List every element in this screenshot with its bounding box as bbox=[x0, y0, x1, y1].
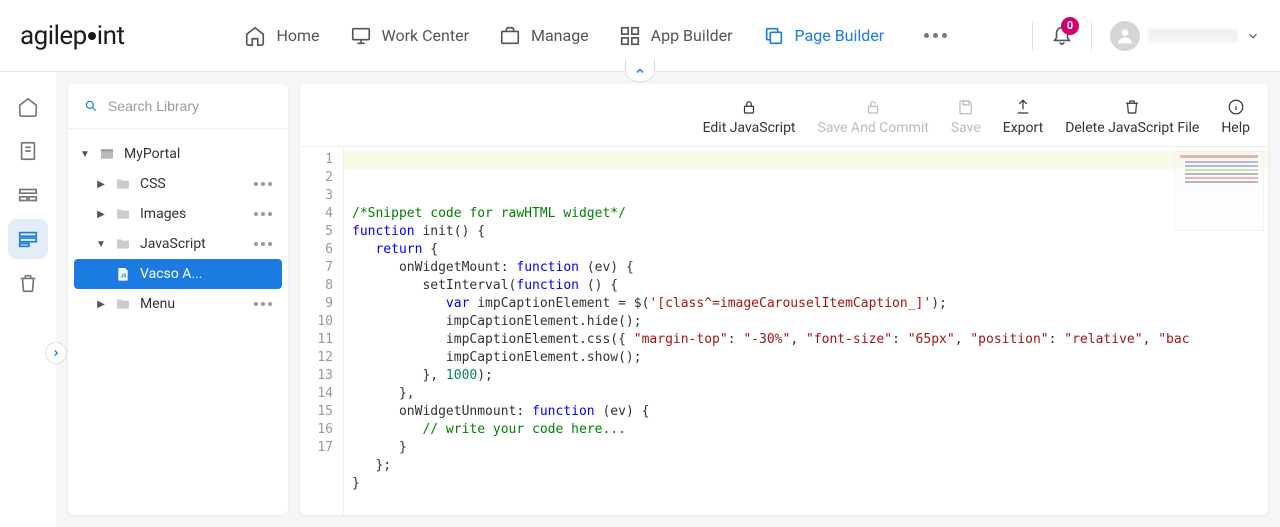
user-menu[interactable] bbox=[1110, 21, 1260, 51]
delete-file-button[interactable]: Delete JavaScript File bbox=[1065, 98, 1199, 136]
export-button[interactable]: Export bbox=[1003, 98, 1043, 136]
search-input[interactable] bbox=[108, 98, 272, 114]
folder-icon bbox=[114, 176, 132, 192]
chevron-down-icon bbox=[1246, 29, 1260, 43]
left-rail bbox=[0, 72, 56, 527]
save-icon bbox=[957, 98, 975, 116]
svg-text:JS: JS bbox=[120, 273, 127, 279]
nav-label: Home bbox=[276, 26, 319, 45]
tool-label: Help bbox=[1221, 120, 1250, 136]
tool-label: Delete JavaScript File bbox=[1065, 120, 1199, 136]
nav-label: Work Center bbox=[382, 26, 469, 45]
nav-manage[interactable]: Manage bbox=[499, 25, 589, 47]
folder-icon bbox=[114, 206, 132, 222]
chevron-up-icon bbox=[634, 65, 646, 77]
nav-more[interactable] bbox=[914, 33, 957, 38]
nav-label: Page Builder bbox=[795, 26, 885, 45]
user-name bbox=[1148, 29, 1238, 43]
export-icon bbox=[1014, 98, 1032, 116]
more-icon[interactable] bbox=[250, 238, 276, 250]
tree-label: Images bbox=[140, 206, 242, 222]
divider bbox=[1032, 21, 1033, 51]
tree-label: CSS bbox=[140, 176, 242, 192]
tool-label: Save bbox=[951, 120, 981, 136]
nav-label: Manage bbox=[531, 26, 589, 45]
collapse-header-button[interactable] bbox=[625, 60, 655, 82]
more-icon[interactable] bbox=[250, 178, 276, 190]
copy-icon bbox=[763, 25, 785, 47]
expand-icon: ▶ bbox=[96, 209, 106, 220]
tree-file-selected[interactable]: JS Vacso A... bbox=[74, 259, 282, 289]
library-tree: ▼ MyPortal ▶ CSS ▶ Images ▼ JavaScript bbox=[68, 129, 288, 515]
divider bbox=[1091, 21, 1092, 51]
trash-icon bbox=[1123, 98, 1141, 116]
tree-label: JavaScript bbox=[140, 236, 242, 252]
editor-panel: Edit JavaScript Save And Commit Save Exp… bbox=[300, 84, 1268, 515]
nav-label: App Builder bbox=[651, 26, 733, 45]
tree-folder-javascript[interactable]: ▼ JavaScript bbox=[74, 229, 282, 259]
editor-toolbar: Edit JavaScript Save And Commit Save Exp… bbox=[300, 84, 1268, 146]
edit-javascript-button[interactable]: Edit JavaScript bbox=[703, 98, 796, 136]
notification-count: 0 bbox=[1061, 17, 1079, 35]
briefcase-icon bbox=[499, 25, 521, 47]
notifications-button[interactable]: 0 bbox=[1051, 23, 1073, 49]
current-line-highlight bbox=[344, 151, 1268, 169]
tree-folder-menu[interactable]: ▶ Menu bbox=[74, 289, 282, 319]
rail-library[interactable] bbox=[8, 219, 48, 259]
save-commit-button: Save And Commit bbox=[818, 98, 929, 136]
nav-home[interactable]: Home bbox=[244, 25, 319, 47]
search-icon bbox=[84, 98, 98, 114]
main-nav: Home Work Center Manage App Builder Page… bbox=[244, 25, 957, 47]
expand-icon: ▶ bbox=[96, 179, 106, 190]
collapse-icon: ▼ bbox=[80, 149, 90, 160]
avatar bbox=[1110, 21, 1140, 51]
info-icon bbox=[1227, 98, 1245, 116]
portal-icon bbox=[98, 146, 116, 162]
expand-rail-button[interactable] bbox=[45, 342, 67, 364]
unlock-icon bbox=[864, 98, 882, 116]
nav-page-builder[interactable]: Page Builder bbox=[763, 25, 885, 47]
more-icon[interactable] bbox=[250, 298, 276, 310]
nav-work-center[interactable]: Work Center bbox=[350, 25, 469, 47]
tool-label: Edit JavaScript bbox=[703, 120, 796, 136]
tree-root-myportal[interactable]: ▼ MyPortal bbox=[74, 139, 282, 169]
rail-components[interactable] bbox=[8, 175, 48, 215]
nav-app-builder[interactable]: App Builder bbox=[619, 25, 733, 47]
app-header: agilepint Home Work Center Manage App Bu… bbox=[0, 0, 1280, 72]
tool-label: Save And Commit bbox=[818, 120, 929, 136]
code-editor[interactable]: 1234567891011121314151617 /*Snippet code… bbox=[300, 146, 1268, 515]
more-icon[interactable] bbox=[250, 208, 276, 220]
js-file-icon: JS bbox=[114, 266, 132, 282]
save-button: Save bbox=[951, 98, 981, 136]
grid-icon bbox=[619, 25, 641, 47]
monitor-icon bbox=[350, 25, 372, 47]
rail-trash[interactable] bbox=[8, 263, 48, 303]
code-area[interactable]: /*Snippet code for rawHTML widget*/funct… bbox=[344, 147, 1268, 515]
tree-label: MyPortal bbox=[124, 146, 276, 162]
lock-icon bbox=[740, 98, 758, 116]
chevron-right-icon bbox=[51, 348, 61, 358]
tool-label: Export bbox=[1003, 120, 1043, 136]
home-icon bbox=[244, 25, 266, 47]
line-gutter: 1234567891011121314151617 bbox=[300, 147, 344, 515]
collapse-icon: ▼ bbox=[96, 239, 106, 250]
tree-label: Menu bbox=[140, 296, 242, 312]
folder-icon bbox=[114, 236, 132, 252]
library-panel: ▼ MyPortal ▶ CSS ▶ Images ▼ JavaScript bbox=[68, 84, 288, 515]
folder-icon bbox=[114, 296, 132, 312]
tree-label: Vacso A... bbox=[140, 266, 276, 282]
expand-icon: ▶ bbox=[96, 299, 106, 310]
header-right: 0 bbox=[1032, 21, 1260, 51]
tree-folder-images[interactable]: ▶ Images bbox=[74, 199, 282, 229]
tree-folder-css[interactable]: ▶ CSS bbox=[74, 169, 282, 199]
search-wrap bbox=[68, 84, 288, 129]
rail-pages[interactable] bbox=[8, 131, 48, 171]
rail-home[interactable] bbox=[8, 87, 48, 127]
logo: agilepint bbox=[20, 21, 124, 51]
workspace: ▼ MyPortal ▶ CSS ▶ Images ▼ JavaScript bbox=[0, 72, 1280, 527]
help-button[interactable]: Help bbox=[1221, 98, 1250, 136]
